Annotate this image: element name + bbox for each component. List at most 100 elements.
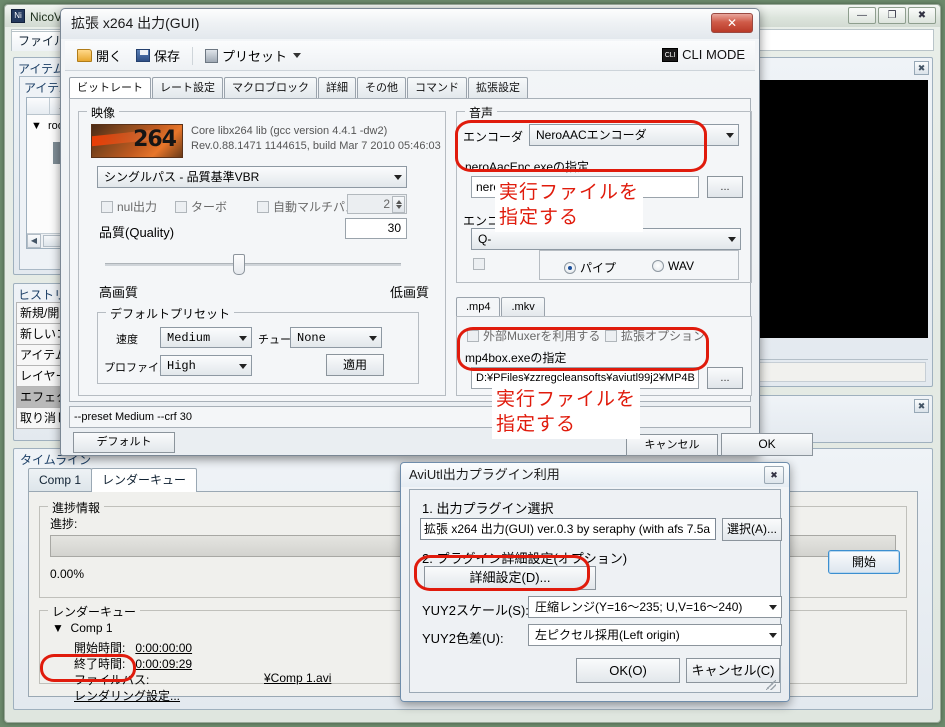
plugin-select-input[interactable]: 拡張 x264 出力(GUI) ver.0.3 by seraphy (with… (420, 518, 716, 540)
x264-dialog-titlebar[interactable]: 拡張 x264 出力(GUI) (61, 9, 759, 39)
aviutl-output-plugin-dialog: AviUtl出力プラグイン利用 ✖ 1. 出力プラグイン選択 拡張 x264 出… (400, 462, 790, 702)
cli-badge-icon: CLI (662, 47, 679, 62)
start-render-button[interactable]: 開始 (828, 550, 900, 574)
tab-other[interactable]: その他 (357, 77, 406, 99)
tuning-value: None (297, 331, 326, 345)
step2-label: 2. プラグイン詳細設定(オプション) (422, 551, 628, 566)
checkbox-auto-multipass-label: 自動マルチパス (273, 200, 358, 214)
checkbox-turbo-label: ターボ (191, 200, 228, 214)
progress-percent: 0.00% (50, 567, 85, 581)
muxer-tab-strip[interactable]: .mp4 .mkv (456, 297, 546, 317)
queue-comp-name: Comp 1 (70, 621, 113, 635)
tab-rate-settings[interactable]: レート設定 (152, 77, 223, 99)
x264-ok-button[interactable]: OK (721, 433, 813, 456)
close-icon[interactable]: ✖ (908, 7, 936, 24)
tuning-select[interactable]: None (290, 327, 382, 348)
tab-detail[interactable]: 詳細 (318, 77, 356, 99)
nero-exe-browse-button[interactable]: ... (707, 176, 743, 198)
chevron-down-icon (769, 605, 777, 610)
radio-dot (652, 260, 664, 272)
checkbox-auto-multipass[interactable]: 自動マルチパス (257, 198, 357, 215)
x264-close-button[interactable]: ✕ (711, 13, 753, 33)
detail-settings-button[interactable]: 詳細設定(D)... (424, 566, 596, 590)
yuy2-scale-select[interactable]: 圧縮レンジ(Y=16〜235; U,V=16〜240) (528, 596, 782, 618)
speed-select[interactable]: Medium (160, 327, 252, 348)
save-button[interactable]: 保存 (130, 44, 186, 67)
tab-command[interactable]: コマンド (407, 77, 467, 99)
speed-value: Medium (167, 331, 211, 345)
checkbox-box (605, 329, 617, 342)
queue-path-label: ファイルパス: (74, 673, 150, 687)
queue-start-value[interactable]: 0:00:00:00 (135, 641, 192, 655)
queue-group-legend: レンダーキュー (48, 603, 141, 620)
timeline-tabs[interactable]: Comp 1 レンダーキュー (28, 468, 198, 492)
radio-dot (564, 261, 576, 274)
core-version-line1: Core libx264 lib (gcc version 4.4.1 -dw2… (191, 125, 388, 137)
command-line-preview[interactable]: --preset Medium --crf 30 (69, 406, 751, 428)
quality-slider[interactable] (99, 252, 407, 276)
high-quality-label: 高画質 (99, 285, 139, 300)
video-group: 映像 264 Core libx264 lib (gcc version 4.4… (78, 104, 446, 396)
resize-grip-icon[interactable] (766, 680, 776, 690)
spinner-arrows-icon[interactable] (392, 196, 405, 213)
multipass-count-stepper[interactable]: 2 (347, 194, 407, 214)
preset-menu-button[interactable]: プリセット (199, 44, 307, 67)
history-panel-title: ヒストリ (18, 288, 67, 302)
tab-bitrate[interactable]: ビットレート (69, 77, 151, 99)
quality-label: 品質(Quality) (99, 225, 175, 240)
aviutl-close-icon[interactable]: ✖ (764, 466, 784, 484)
yuy2-color-select[interactable]: 左ピクセル採用(Left origin) (528, 624, 782, 646)
annotation-text-mp4-line2: 指定する (496, 413, 577, 435)
minimize-icon[interactable]: — (848, 7, 876, 24)
aviutl-ok-button[interactable]: OK(O) (576, 658, 680, 683)
checkbox-external-muxer[interactable]: 外部Muxerを利用する (467, 327, 600, 344)
checkbox-box (257, 200, 269, 213)
checkbox-nul-output[interactable]: nul出力 (101, 198, 157, 215)
window-controls[interactable]: — ❐ ✖ (848, 7, 936, 24)
queue-comp-row[interactable]: ▼ Comp 1 (52, 621, 113, 635)
tab-mp4[interactable]: .mp4 (456, 297, 501, 317)
encoding-mode-value: シングルパス - 品質基準VBR (104, 170, 260, 184)
multipass-count-value: 2 (383, 197, 390, 211)
apply-preset-button[interactable]: 適用 (326, 354, 384, 376)
mp4box-exe-browse-button[interactable]: ... (707, 367, 743, 389)
radio-pipe[interactable]: パイプ (564, 259, 616, 276)
x264-tab-strip[interactable]: ビットレート レート設定 マクロブロック 詳細 その他 コマンド 拡張設定 (69, 77, 529, 99)
checkbox-audio-extra[interactable] (473, 258, 489, 270)
checkbox-extra-options[interactable]: 拡張オプション (605, 327, 705, 344)
x264-output-dialog: 拡張 x264 出力(GUI) ✕ 開く 保存 プリセット CLI CLI MO… (60, 8, 813, 456)
radio-wav[interactable]: WAV (652, 259, 694, 273)
yuy2-color-value: 左ピクセル採用(Left origin) (535, 628, 680, 642)
tab-extended-settings[interactable]: 拡張設定 (468, 77, 528, 99)
default-button[interactable]: デフォルト (73, 432, 175, 453)
preview-panel-close-icon[interactable]: ✖ (914, 61, 929, 75)
chevron-down-icon (239, 335, 247, 341)
tab-render-queue[interactable]: レンダーキュー (91, 468, 198, 492)
profile-select[interactable]: High (160, 355, 252, 376)
tab-mkv[interactable]: .mkv (501, 297, 545, 317)
encoding-mode-select[interactable]: シングルパス - 品質基準VBR (97, 166, 407, 188)
audio-encoder-select[interactable]: NeroAACエンコーダ (529, 124, 739, 146)
tab-comp1[interactable]: Comp 1 (28, 468, 93, 492)
render-settings-link[interactable]: レンダリング設定... (74, 687, 180, 704)
chevron-down-icon (369, 335, 377, 341)
queue-end-value[interactable]: 0:00:09:29 (135, 657, 192, 671)
x264-tab-page: 映像 264 Core libx264 lib (gcc version 4.4… (69, 98, 752, 402)
scroll-left-icon[interactable]: ◀ (27, 234, 41, 248)
select-plugin-button[interactable]: 選択(A)... (722, 518, 782, 541)
maximize-icon[interactable]: ❐ (878, 7, 906, 24)
queue-path-value[interactable]: ¥Comp 1.avi (264, 671, 331, 685)
aviutl-dialog-titlebar[interactable]: AviUtl出力プラグイン利用 (401, 463, 789, 487)
quality-input[interactable]: 30 (345, 218, 407, 239)
progress-group-legend: 進捗情報 (48, 499, 105, 516)
open-button[interactable]: 開く (71, 44, 128, 67)
nero-exe-label: neroAacEnc.exeの指定 (465, 160, 590, 174)
checkbox-turbo[interactable]: ターボ (175, 198, 227, 215)
radio-wav-label: WAV (668, 259, 694, 273)
effect-panel-close-icon[interactable]: ✖ (914, 399, 929, 413)
annotation-text-nero-line2: 指定する (499, 206, 580, 228)
slider-thumb[interactable] (233, 254, 245, 275)
default-preset-group: デフォルトプリセット 速度 Medium チューニング None プロファイル … (97, 305, 419, 384)
tab-macroblock[interactable]: マクロブロック (224, 77, 317, 99)
cli-mode-toggle[interactable]: CLI CLI MODE (662, 47, 745, 62)
